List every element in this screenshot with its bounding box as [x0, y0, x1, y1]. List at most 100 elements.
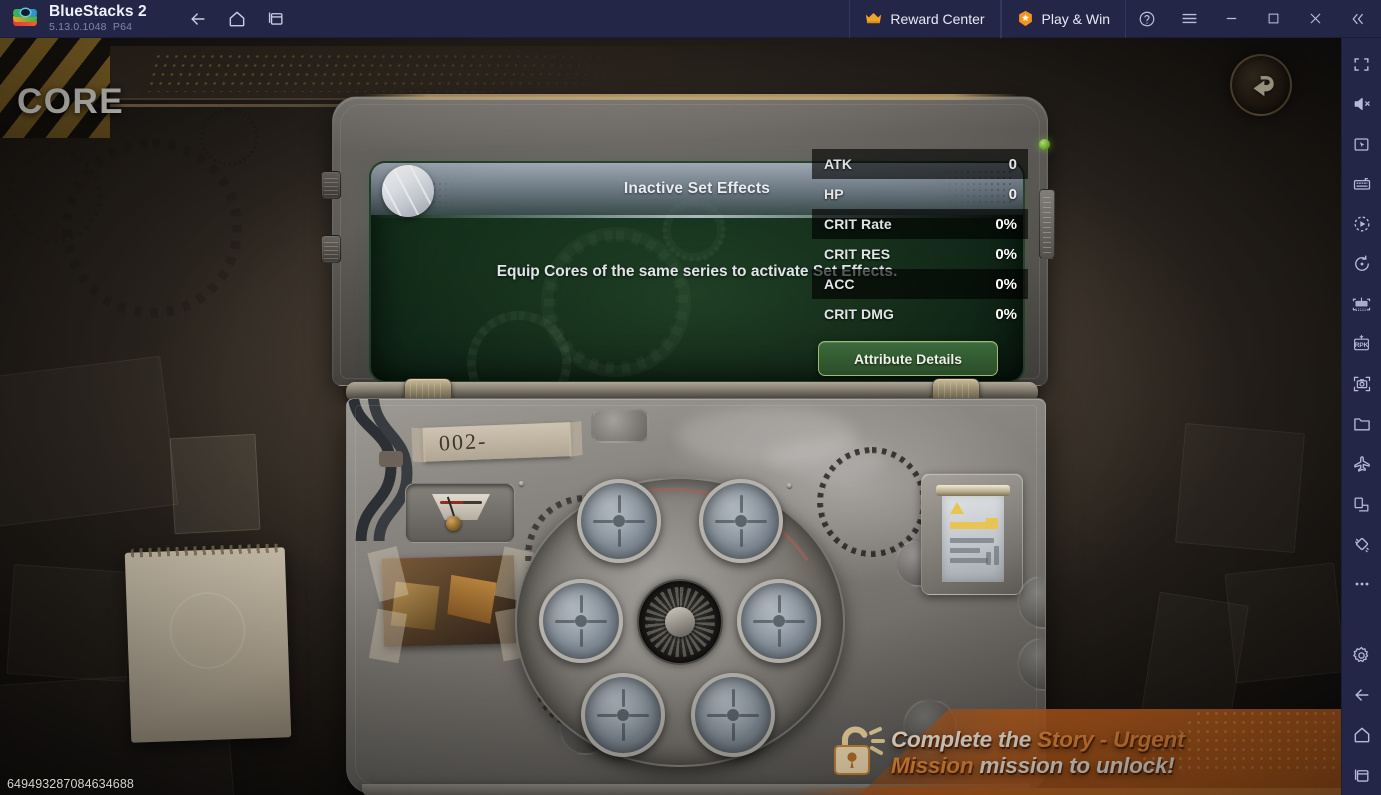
- stat-label: HP: [824, 186, 844, 202]
- cursor-box-icon[interactable]: [1342, 124, 1381, 164]
- warning-triangle-icon: [950, 502, 964, 514]
- table-row: HP 0: [812, 179, 1028, 209]
- bluestacks-logo-icon: [12, 6, 38, 32]
- game-viewport[interactable]: CORE Inactive Set Effects Equip Cores of…: [0, 38, 1341, 795]
- lid-knob: [321, 171, 341, 199]
- attribute-details-label: Attribute Details: [853, 350, 963, 367]
- core-slot-5[interactable]: [581, 673, 665, 757]
- set-effects-title: Inactive Set Effects: [623, 180, 771, 197]
- bluestacks-window: BlueStacks 2 5.13.0.1048 P64 Reward Cent…: [0, 0, 1381, 795]
- decorative-vent: [591, 409, 649, 443]
- core-wheel-hubcap: [665, 607, 695, 637]
- recents-icon[interactable]: [1342, 755, 1381, 795]
- core-slot-6[interactable]: [539, 579, 623, 663]
- fullscreen-icon[interactable]: [1342, 44, 1381, 84]
- stat-row: ATK 0: [812, 149, 1028, 179]
- play-and-win-label: Play & Win: [1041, 10, 1110, 27]
- attribute-details-button[interactable]: Attribute Details: [818, 341, 998, 376]
- unlock-banner: Complete the Story - Urgent Mission missi…: [795, 709, 1341, 795]
- app-title: BlueStacks 2: [49, 2, 147, 20]
- stat-value: 0%: [995, 305, 1017, 323]
- core-slot-1[interactable]: [577, 479, 661, 563]
- bluestacks-sidebar: RPK: [1341, 38, 1381, 795]
- background-paper: [6, 563, 134, 683]
- info-clipboard-panel[interactable]: [921, 473, 1023, 595]
- stat-value: 0%: [995, 275, 1017, 293]
- background-paper: [1174, 422, 1306, 554]
- crown-icon: [865, 12, 882, 25]
- status-led: [1039, 139, 1050, 150]
- play-and-win-button[interactable]: Play & Win: [1000, 0, 1126, 38]
- notebook: [124, 543, 292, 743]
- banner-line2-suffix: mission to unlock!: [973, 752, 1175, 778]
- decorative-gear: [200, 108, 258, 166]
- back-button[interactable]: [181, 4, 215, 34]
- device-id: 649493287084634688: [7, 777, 134, 791]
- collapse-sidebar-button[interactable]: [1336, 0, 1378, 38]
- keyboard-icon[interactable]: [1342, 164, 1381, 204]
- minimize-button[interactable]: [1210, 0, 1252, 38]
- stat-value: 0: [1008, 185, 1017, 203]
- clipboard-clamp: [936, 485, 1010, 496]
- banner-line1-prefix: Complete the: [891, 727, 1038, 752]
- titlebar-nav: [181, 4, 293, 34]
- ellipsis-icon[interactable]: [1342, 564, 1381, 604]
- reward-center-label: Reward Center: [890, 10, 985, 27]
- stat-label: CRIT Rate: [824, 216, 892, 232]
- table-row: CRIT DMG 0%: [812, 299, 1028, 329]
- gear-icon[interactable]: [1342, 635, 1381, 675]
- banner-line2-highlight: Mission: [891, 752, 974, 778]
- unlock-banner-text: Complete the Story - Urgent Mission missi…: [891, 727, 1321, 778]
- stat-label: CRIT RES: [824, 246, 891, 262]
- photo-tape: [368, 608, 408, 664]
- background-paper: [169, 433, 261, 535]
- unlock-padlock-icon: [827, 723, 889, 779]
- reward-center-button[interactable]: Reward Center: [849, 0, 1001, 38]
- stat-value: 0%: [995, 215, 1017, 233]
- page-title: CORE: [17, 82, 125, 121]
- camera-icon[interactable]: [1342, 364, 1381, 404]
- core-briefcase: Inactive Set Effects Equip Cores of the …: [321, 68, 1062, 795]
- table-row: ACC 0%: [812, 269, 1028, 299]
- multi-instance-button[interactable]: [259, 4, 293, 34]
- case-tape-label: 002-: [422, 422, 572, 462]
- menu-button[interactable]: [1168, 0, 1210, 38]
- stats-panel: ATK 0 HP 0 CRIT Rate 0% CRIT RES 0% ACC …: [812, 149, 1028, 379]
- background-paper: [1141, 591, 1249, 725]
- play-circle-icon[interactable]: [1342, 204, 1381, 244]
- speaker-mute-icon[interactable]: [1342, 84, 1381, 124]
- title-bar: BlueStacks 2 5.13.0.1048 P64 Reward Cent…: [0, 0, 1381, 38]
- table-row: CRIT RES 0%: [812, 239, 1028, 269]
- svg-text:RPK: RPK: [1355, 342, 1369, 349]
- home-button[interactable]: [220, 4, 254, 34]
- game-back-button[interactable]: [1230, 54, 1292, 116]
- core-slot-2[interactable]: [699, 479, 783, 563]
- help-button[interactable]: [1126, 0, 1168, 38]
- stat-label: ATK: [824, 156, 853, 172]
- clipboard-sheet: [942, 494, 1004, 582]
- app-identity: BlueStacks 2 5.13.0.1048 P64: [49, 2, 147, 34]
- stat-label: CRIT DMG: [824, 306, 895, 322]
- stat-value: 0%: [995, 245, 1017, 263]
- case-label-text: 002-: [438, 427, 488, 456]
- rpk-icon[interactable]: RPK: [1342, 324, 1381, 364]
- pressure-gauge: [405, 483, 515, 543]
- star-badge-icon: [1017, 10, 1034, 27]
- photo-tape: [367, 546, 409, 602]
- set-effects-core-icon: [382, 165, 434, 217]
- core-slot-4[interactable]: [691, 673, 775, 757]
- core-slot-3[interactable]: [737, 579, 821, 663]
- maximize-button[interactable]: [1252, 0, 1294, 38]
- home-icon[interactable]: [1342, 715, 1381, 755]
- lid-slider: [1039, 189, 1055, 259]
- arrow-left-icon[interactable]: [1342, 675, 1381, 715]
- airplane-icon[interactable]: [1342, 444, 1381, 484]
- briefcase-lid: Inactive Set Effects Equip Cores of the …: [321, 94, 1055, 386]
- folder-icon[interactable]: [1342, 404, 1381, 444]
- copy-icon[interactable]: [1342, 484, 1381, 524]
- shake-icon[interactable]: [1342, 524, 1381, 564]
- app-version: 5.13.0.1048 P64: [49, 21, 133, 34]
- mta-icon[interactable]: [1342, 284, 1381, 324]
- close-button[interactable]: [1294, 0, 1336, 38]
- rotate-icon[interactable]: [1342, 244, 1381, 284]
